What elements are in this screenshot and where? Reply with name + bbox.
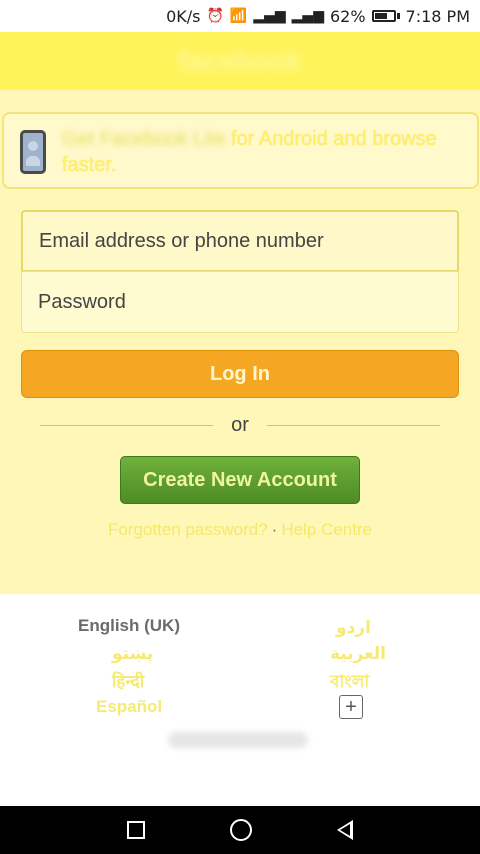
app-header: facebook [0,32,480,90]
home-icon[interactable] [229,819,252,841]
help-links: Forgotten password? · Help Centre [0,520,480,546]
footer-copyright [168,732,308,748]
language-link[interactable]: हिन्दी [112,669,144,692]
language-link[interactable]: العربية [330,644,386,664]
plus-icon: + [345,696,357,718]
status-bar: 0K/s ⏰ 📶 ▂▄▆ ▂▄▆ 62% 7:18 PM [0,0,480,32]
install-app-banner[interactable]: Get Facebook Lite for Android and browse… [2,112,479,189]
login-button[interactable]: Log In [21,350,459,398]
password-field[interactable]: Password [21,271,459,333]
language-link[interactable]: پښتو [112,644,153,664]
language-link[interactable]: Español [96,697,162,717]
signal-icon: ▂▄▆ [253,8,286,24]
banner-link[interactable]: Get Facebook Lite [62,128,225,150]
language-selector: English (UK) پښتو हिन्दी Español اردو ال… [0,594,480,806]
more-languages-button[interactable]: + [339,695,363,719]
language-link[interactable]: اردو [336,618,371,638]
forgotten-password-link[interactable]: Forgotten password? [108,520,268,539]
battery-percent: 62% [329,6,366,26]
create-account-label: Create New Account [143,468,337,491]
language-current: English (UK) [78,616,180,635]
phone-icon [20,130,46,174]
signal-icon: ▂▄▆ [291,8,324,24]
email-field[interactable]: Email address or phone number [21,210,459,272]
network-speed: 0K/s [166,6,201,26]
app-logo: facebook [178,45,302,76]
help-centre-link[interactable]: Help Centre [281,520,372,539]
banner-text: Get Facebook Lite for Android and browse… [62,126,467,178]
password-placeholder: Password [38,290,126,313]
recent-apps-icon[interactable] [127,821,146,839]
system-nav-bar [0,806,480,854]
or-label: or [231,413,249,436]
divider-line [266,424,441,426]
alarm-icon: ⏰ [206,8,224,24]
or-divider: or [40,410,441,440]
link-separator: · [271,520,278,539]
language-link[interactable]: বাংলা [330,669,369,697]
divider-line [40,424,214,426]
login-button-label: Log In [210,362,270,385]
create-account-button[interactable]: Create New Account [120,456,360,504]
clock: 7:18 PM [405,6,470,26]
email-placeholder: Email address or phone number [39,229,324,252]
back-icon[interactable] [336,820,353,840]
wifi-icon: 📶 [229,8,248,24]
battery-icon [371,10,400,22]
